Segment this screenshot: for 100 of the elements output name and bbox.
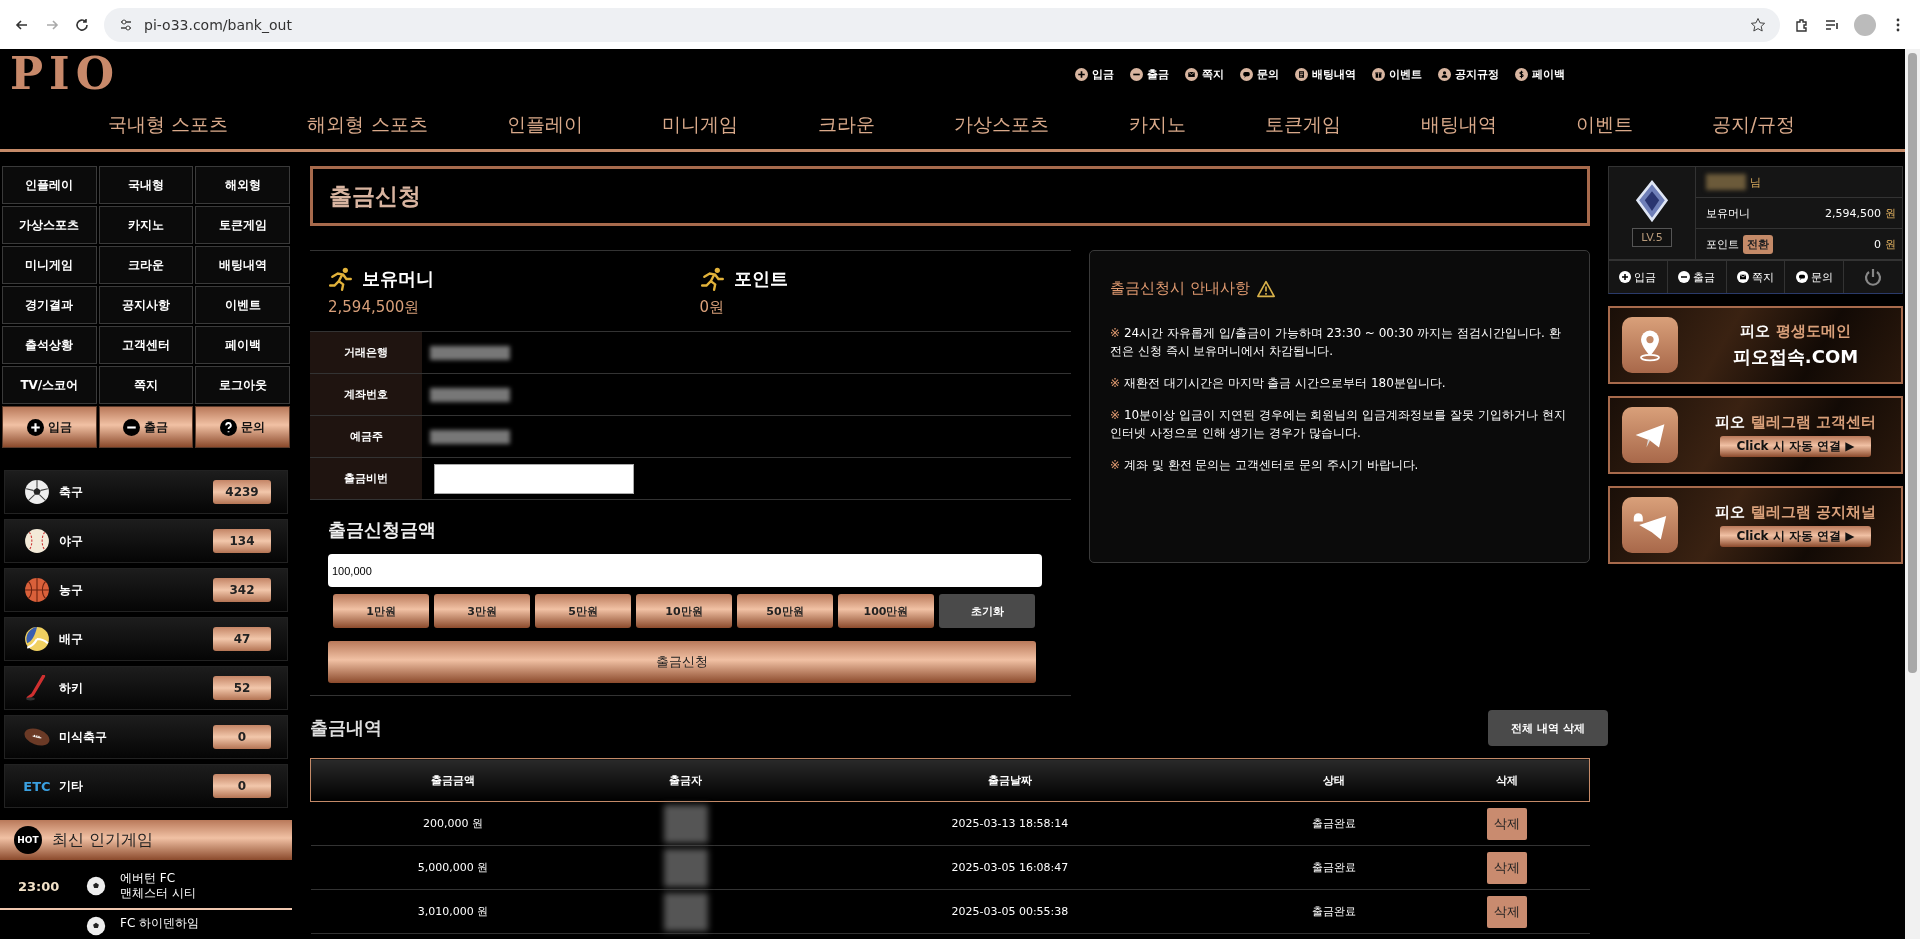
- delete-all-button[interactable]: 전체 내역 삭제: [1488, 710, 1608, 746]
- plus-icon: [1619, 271, 1632, 283]
- table-cell: 3,010,000 원: [310, 889, 596, 934]
- action-button[interactable]: 문의: [195, 406, 290, 448]
- menu-button[interactable]: 배팅내역: [195, 246, 290, 284]
- nav-link[interactable]: 토큰게임: [1265, 112, 1342, 138]
- action-button[interactable]: 출금: [98, 406, 194, 448]
- volleyball-icon: [24, 626, 50, 652]
- sport-row[interactable]: ETC 기타 0: [4, 764, 288, 808]
- name-suffix: 님: [1750, 174, 1761, 190]
- promo-banner[interactable]: 피오 텔레그램 공지채널 Click 시 자동 연결 ▶: [1608, 486, 1903, 564]
- runner-icon: [328, 265, 354, 292]
- sport-row[interactable]: 축구 4239: [4, 470, 288, 514]
- user-action-button[interactable]: 쪽지: [1726, 261, 1786, 293]
- menu-button[interactable]: TV/스코어: [2, 366, 97, 404]
- nav-link[interactable]: 크라운: [817, 112, 875, 138]
- sport-row[interactable]: 하키 52: [4, 666, 288, 710]
- banner-button[interactable]: Click 시 자동 연결 ▶: [1720, 436, 1871, 457]
- nav-link[interactable]: 이벤트: [1576, 112, 1634, 138]
- sport-row[interactable]: 야구 134: [4, 519, 288, 563]
- menu-button[interactable]: 공지사항: [98, 286, 194, 324]
- delete-button[interactable]: 삭제: [1486, 851, 1527, 884]
- menu-button[interactable]: 이벤트: [195, 286, 290, 324]
- promo-banner[interactable]: 피오 평생도메인 피오접속.COM: [1608, 306, 1903, 384]
- nav-link[interactable]: 인플레이: [506, 112, 583, 138]
- plus-icon: [26, 418, 44, 436]
- submit-button[interactable]: 출금신청: [328, 641, 1036, 683]
- address-bar[interactable]: pi-o33.com/bank_out: [104, 7, 1780, 42]
- quick-link[interactable]: 공지규정: [1438, 66, 1499, 82]
- menu-button[interactable]: 카지노: [98, 206, 194, 244]
- nav-link[interactable]: 배팅내역: [1420, 112, 1497, 138]
- amount-button[interactable]: 1만원: [333, 594, 429, 628]
- user-action-button[interactable]: 입금: [1609, 261, 1668, 293]
- menu-button[interactable]: 국내형: [98, 166, 194, 204]
- count-badge: 47: [213, 627, 271, 651]
- question-icon: [220, 418, 238, 436]
- menu-button[interactable]: 쪽지: [98, 366, 194, 404]
- site-settings-icon[interactable]: [118, 16, 134, 33]
- amount-button[interactable]: 10만원: [636, 594, 732, 628]
- unit-label: 원: [1885, 236, 1896, 252]
- user-action-button[interactable]: 문의: [1785, 261, 1845, 293]
- convert-button[interactable]: 전환: [1743, 234, 1773, 254]
- menu-button[interactable]: 로그아웃: [195, 366, 290, 404]
- quick-link[interactable]: 출금: [1130, 66, 1169, 82]
- menu-button[interactable]: 가상스포츠: [2, 206, 97, 244]
- amount-button[interactable]: 50만원: [737, 594, 833, 628]
- delete-button[interactable]: 삭제: [1486, 895, 1527, 928]
- chat-icon: [1240, 67, 1253, 81]
- stat-value: 0: [1874, 237, 1881, 251]
- menu-button[interactable]: 토큰게임: [195, 206, 290, 244]
- nav-link[interactable]: 국내형 스포츠: [108, 112, 229, 138]
- table-cell: 2025-03-05 00:55:38: [776, 889, 1244, 934]
- quick-link[interactable]: 입금: [1075, 66, 1114, 82]
- star-icon[interactable]: [1750, 16, 1766, 33]
- nav-link[interactable]: 해외형 스포츠: [307, 112, 428, 138]
- quick-link[interactable]: 페이백: [1515, 66, 1565, 82]
- amount-field[interactable]: 100,000: [328, 554, 1042, 587]
- sport-name: 기타: [59, 777, 84, 795]
- menu-button[interactable]: 고객센터: [98, 326, 194, 364]
- extensions-icon[interactable]: [1794, 16, 1810, 33]
- nav-link[interactable]: 미니게임: [662, 112, 739, 138]
- team-name: 에버턴 FC: [120, 871, 177, 886]
- sport-row[interactable]: 미식축구 0: [4, 715, 288, 759]
- menu-button[interactable]: 경기결과: [2, 286, 97, 324]
- password-field[interactable]: [434, 463, 634, 494]
- menu-button[interactable]: 미니게임: [2, 246, 97, 284]
- warning-icon: [1255, 279, 1276, 298]
- nav-link[interactable]: 카지노: [1128, 112, 1186, 138]
- runner-icon: [699, 265, 726, 292]
- sport-row[interactable]: 배구 47: [4, 617, 288, 661]
- quick-link[interactable]: 배팅내역: [1295, 66, 1356, 82]
- quick-link[interactable]: 이벤트: [1372, 66, 1422, 82]
- reset-button[interactable]: 초기화: [939, 594, 1035, 628]
- menu-button[interactable]: 페이백: [195, 326, 290, 364]
- user-action-button[interactable]: 출금: [1667, 261, 1727, 293]
- count-badge: 342: [213, 578, 271, 602]
- column-header: 출금자: [595, 758, 777, 802]
- sport-row[interactable]: 농구 342: [4, 568, 288, 612]
- scrollbar[interactable]: [1905, 49, 1920, 939]
- amount-button[interactable]: 5만원: [535, 594, 631, 628]
- nav-link[interactable]: 가상스포츠: [954, 112, 1050, 138]
- sport-name: 농구: [59, 581, 84, 599]
- banner-button[interactable]: Click 시 자동 연결 ▶: [1720, 526, 1871, 547]
- amount-button[interactable]: 100만원: [838, 594, 934, 628]
- promo-banner[interactable]: 피오 텔레그램 고객센터 Click 시 자동 연결 ▶: [1608, 396, 1903, 474]
- menu-button[interactable]: 인플레이: [2, 166, 97, 204]
- nav-link[interactable]: 공지/규정: [1712, 112, 1795, 138]
- amount-button[interactable]: 3만원: [434, 594, 530, 628]
- menu-button[interactable]: 해외형: [195, 166, 290, 204]
- hot-badge: HOT: [14, 826, 42, 854]
- delete-button[interactable]: 삭제: [1486, 807, 1527, 840]
- action-button[interactable]: 입금: [2, 406, 97, 448]
- reload-icon[interactable]: [74, 16, 90, 33]
- field-label: 예금주: [310, 416, 422, 457]
- quick-link[interactable]: 쪽지: [1185, 66, 1224, 82]
- quick-link[interactable]: 문의: [1240, 66, 1279, 82]
- site-logo[interactable]: PIO: [10, 52, 120, 96]
- menu-button[interactable]: 출석상황: [2, 326, 97, 364]
- menu-button[interactable]: 크라운: [98, 246, 194, 284]
- document-icon: [1295, 67, 1308, 81]
